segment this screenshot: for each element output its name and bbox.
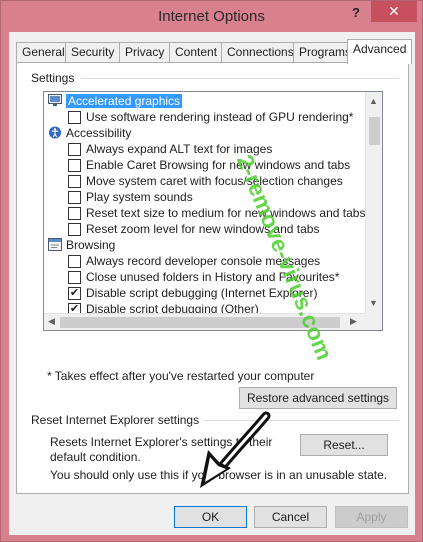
option-label: Always expand ALT text for images [86, 142, 273, 156]
restore-advanced-settings-button[interactable]: Restore advanced settings [239, 387, 397, 409]
browsing-icon [48, 238, 62, 251]
list-item[interactable]: Browsing [44, 237, 364, 253]
list-item[interactable]: ✔ Disable script debugging (Internet Exp… [44, 285, 364, 301]
scroll-right-icon[interactable]: ▶ [350, 316, 357, 327]
advanced-tab-page: Settings Accelerated graphics Use softwa… [16, 62, 409, 494]
checkbox-checked[interactable]: ✔ [68, 287, 81, 300]
option-label: Disable script debugging (Internet Explo… [86, 286, 318, 300]
tab-advanced[interactable]: Advanced [347, 39, 413, 64]
reset-button[interactable]: Reset... [300, 434, 388, 456]
reset-description: Resets Internet Explorer's settings to t… [50, 435, 273, 464]
checkbox[interactable] [68, 175, 81, 188]
horizontal-scrollbar[interactable]: ◀ ▶ [44, 313, 366, 330]
checkbox[interactable] [68, 271, 81, 284]
category-label: Browsing [66, 238, 116, 252]
tab-security[interactable]: Security [65, 42, 121, 62]
horizontal-scroll-thumb[interactable] [60, 317, 340, 328]
list-item[interactable]: Play system sounds [44, 189, 364, 205]
list-item[interactable]: Always record developer console messages [44, 253, 364, 269]
list-item[interactable]: Accessibility [44, 125, 364, 141]
checkbox[interactable] [68, 223, 81, 236]
help-button[interactable]: ? [347, 4, 365, 22]
list-item[interactable]: Move system caret with focus/selection c… [44, 173, 364, 189]
list-item[interactable]: Reset text size to medium for new window… [44, 205, 366, 221]
checkbox[interactable] [68, 255, 81, 268]
vertical-scrollbar[interactable]: ▲ ▼ [365, 92, 382, 330]
option-label: Use software rendering instead of GPU re… [86, 110, 354, 124]
reset-group-line [199, 420, 399, 421]
settings-group-line [81, 78, 399, 79]
checkbox[interactable] [68, 143, 81, 156]
list-item[interactable]: Reset zoom level for new windows and tab… [44, 221, 364, 237]
option-label: Enable Caret Browsing for new windows an… [86, 158, 351, 172]
option-label: Close unused folders in History and Favo… [86, 270, 340, 284]
apply-button[interactable]: Apply [335, 506, 408, 528]
vertical-scroll-thumb[interactable] [369, 117, 380, 145]
ok-button[interactable]: OK [174, 506, 247, 528]
category-label: Accessibility [66, 126, 132, 140]
tab-strip: General Security Privacy Content Connect… [16, 39, 413, 64]
reset-group-label: Reset Internet Explorer settings [31, 413, 204, 427]
close-button[interactable]: ✕ [371, 1, 417, 22]
scroll-left-icon[interactable]: ◀ [48, 316, 55, 327]
dialog-client: General Security Privacy Content Connect… [9, 32, 415, 535]
dialog-buttons: OK Cancel Apply [9, 502, 415, 532]
title-bar[interactable]: Internet Options ? ✕ [1, 1, 422, 32]
option-label: Reset zoom level for new windows and tab… [86, 222, 320, 236]
internet-options-window: Internet Options ? ✕ General Security Pr… [0, 0, 423, 542]
accessibility-icon [48, 126, 62, 139]
list-item[interactable]: Close unused folders in History and Favo… [44, 269, 364, 285]
category-label: Accelerated graphics [66, 94, 183, 108]
list-item[interactable]: Enable Caret Browsing for new windows an… [44, 157, 364, 173]
monitor-icon [48, 94, 62, 106]
checkbox[interactable] [68, 111, 81, 124]
tab-privacy[interactable]: Privacy [119, 42, 171, 62]
tab-content[interactable]: Content [169, 42, 224, 62]
option-label: Play system sounds [86, 190, 193, 204]
settings-group-label: Settings [31, 71, 79, 85]
list-item[interactable]: Always expand ALT text for images [44, 141, 364, 157]
option-label: Reset text size to medium for new window… [86, 206, 366, 220]
option-label: Always record developer console messages [86, 254, 321, 268]
checkbox[interactable] [68, 159, 81, 172]
scroll-up-icon[interactable]: ▲ [369, 96, 378, 106]
restart-note: * Takes effect after you've restarted yo… [47, 369, 315, 383]
list-item[interactable]: Accelerated graphics [44, 93, 364, 109]
scroll-down-icon[interactable]: ▼ [369, 298, 378, 308]
checkbox[interactable] [68, 191, 81, 204]
checkbox[interactable] [68, 207, 81, 220]
reset-warning: You should only use this if your browser… [50, 468, 388, 482]
tab-connections[interactable]: Connections [221, 42, 300, 62]
cancel-button[interactable]: Cancel [254, 506, 327, 528]
list-item[interactable]: Use software rendering instead of GPU re… [44, 109, 364, 125]
tab-general[interactable]: General [16, 42, 71, 62]
settings-list[interactable]: Accelerated graphics Use software render… [43, 91, 383, 331]
option-label: Move system caret with focus/selection c… [86, 174, 343, 188]
